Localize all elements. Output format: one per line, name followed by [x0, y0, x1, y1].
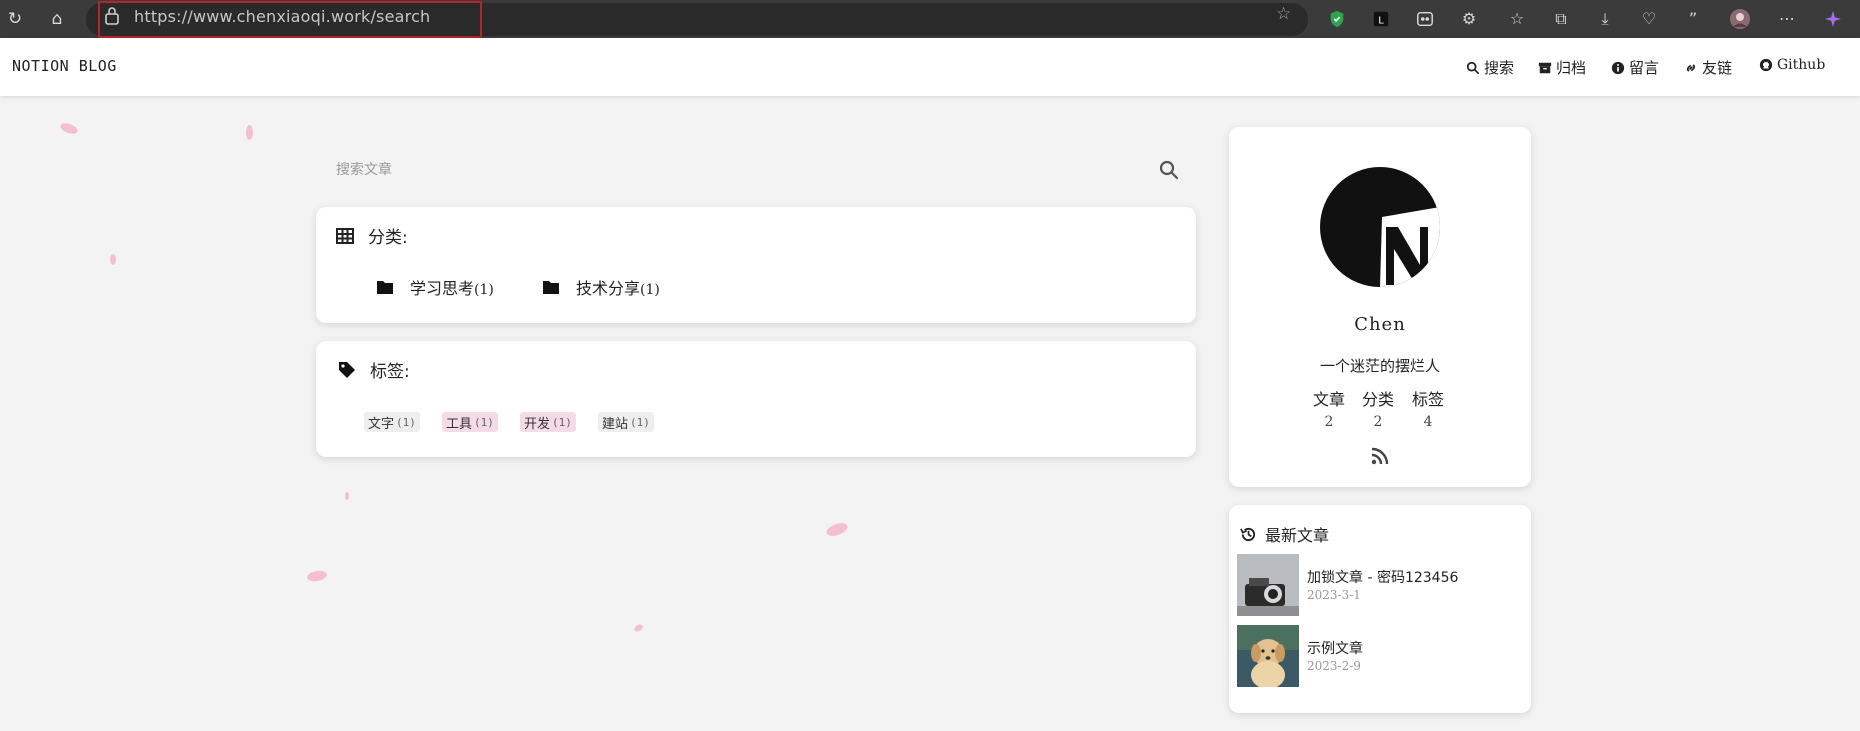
post-date: 2023-3-1	[1307, 588, 1361, 602]
category-name: 技术分享	[576, 279, 641, 298]
tags-title: 标签:	[370, 362, 410, 382]
category-item[interactable]: 技术分享(1)	[542, 275, 660, 299]
categories-title: 分类:	[368, 228, 408, 248]
stat-label: 文章	[1312, 390, 1345, 409]
notion-logo-icon	[1320, 167, 1440, 287]
petal-decoration	[246, 125, 253, 140]
latest-post-item[interactable]: 加锁文章 - 密码123456 2023-3-1	[1237, 554, 1537, 616]
browser-toolbar: ↻ ⌂ https://www.chenxiaoqi.work/search ☆…	[0, 0, 1860, 38]
nav-links[interactable]: 友链	[1684, 57, 1732, 78]
rss-icon[interactable]	[1370, 446, 1390, 466]
category-item[interactable]: 学习思考(1)	[376, 275, 494, 299]
nav-search[interactable]: 搜索	[1466, 57, 1514, 78]
favorite-star-icon[interactable]: ☆	[1276, 4, 1291, 24]
categories-heading: 分类:	[336, 223, 408, 248]
nav-links-label: 友链	[1702, 59, 1733, 77]
tag-name: 开发	[524, 416, 551, 432]
favorites-icon[interactable]: ☆	[1502, 4, 1532, 34]
table-icon	[336, 227, 354, 244]
nav-search-label: 搜索	[1484, 59, 1515, 77]
avatar[interactable]	[1320, 167, 1440, 287]
svg-text:L: L	[1378, 16, 1384, 27]
search-icon[interactable]	[1159, 160, 1179, 180]
link-icon	[1686, 64, 1696, 71]
category-count: (1)	[474, 282, 494, 298]
stat-value: 2	[1373, 414, 1383, 430]
stat-label: 分类	[1361, 390, 1394, 409]
stat-articles[interactable]: 文章 2	[1304, 386, 1354, 430]
tag-name: 工具	[446, 416, 473, 432]
more-icon[interactable]: ⋯	[1772, 4, 1802, 34]
petal-decoration	[345, 492, 349, 500]
latest-posts-heading: 最新文章	[1240, 522, 1329, 546]
tag-chip[interactable]: 建站 (1)	[598, 412, 654, 432]
post-thumbnail	[1237, 554, 1299, 616]
latest-posts-title: 最新文章	[1265, 526, 1330, 545]
tag-chip[interactable]: 开发 (1)	[520, 412, 576, 432]
info-icon	[1611, 61, 1625, 74]
category-count: (1)	[640, 282, 660, 298]
nav-guestbook-label: 留言	[1629, 59, 1660, 77]
tag-name: 文字	[368, 416, 395, 432]
tags-heading: 标签:	[338, 357, 410, 382]
extension-l-icon[interactable]: L	[1366, 4, 1396, 34]
category-name: 学习思考	[410, 279, 475, 298]
profile-name[interactable]: Chen	[1230, 314, 1530, 335]
tag-icon	[339, 361, 355, 378]
stat-categories[interactable]: 分类 2	[1353, 386, 1403, 430]
search-bar	[316, 150, 1196, 190]
github-icon	[1759, 58, 1773, 72]
post-thumbnail	[1237, 625, 1299, 687]
nav-github[interactable]: Github	[1759, 57, 1825, 73]
archive-icon	[1538, 62, 1552, 73]
tag-count: (1)	[396, 415, 416, 429]
stat-label: 标签	[1411, 390, 1444, 409]
search-icon	[1466, 61, 1480, 74]
nav-archive[interactable]: 归档	[1538, 57, 1586, 78]
latest-post-item[interactable]: 示例文章 2023-2-9	[1237, 625, 1537, 687]
home-icon[interactable]: ⌂	[44, 6, 70, 32]
puzzle-extension-icon[interactable]: ⚙	[1454, 4, 1484, 34]
post-date: 2023-2-9	[1307, 659, 1361, 673]
tags-card: 标签:	[316, 341, 1196, 457]
history-icon	[1240, 527, 1256, 541]
refresh-icon[interactable]: ↻	[2, 6, 28, 32]
folder-icon	[377, 281, 393, 294]
tag-count: (1)	[552, 415, 572, 429]
copilot-icon[interactable]	[1818, 4, 1848, 34]
petal-decoration	[633, 623, 644, 633]
shield-extension-icon[interactable]	[1322, 4, 1352, 34]
profile-bio: 一个迷茫的摆烂人	[1319, 357, 1440, 375]
download-icon[interactable]: ⤓	[1590, 4, 1620, 34]
post-title: 示例文章	[1307, 641, 1363, 657]
stat-tags[interactable]: 标签 4	[1403, 386, 1453, 430]
post-title: 加锁文章 - 密码123456	[1307, 570, 1459, 586]
quote-icon[interactable]: ”	[1678, 4, 1708, 34]
categories-card: 分类: 学习思考(1) 技术分享(1)	[316, 207, 1196, 323]
search-input[interactable]	[316, 150, 1196, 190]
site-brand[interactable]: NOTION BLOG	[12, 57, 117, 75]
petal-decoration	[824, 520, 850, 539]
health-icon[interactable]: ♡	[1634, 4, 1664, 34]
nav-guestbook[interactable]: 留言	[1611, 57, 1659, 78]
tag-count: (1)	[630, 415, 650, 429]
site-header: NOTION BLOG 搜索 归档 留言 友链 Github	[0, 38, 1860, 96]
petal-decoration	[306, 569, 328, 583]
tag-name: 建站	[602, 416, 629, 432]
petal-decoration	[59, 121, 79, 136]
tag-chip[interactable]: 工具 (1)	[442, 412, 498, 432]
stat-value: 2	[1324, 414, 1334, 430]
petal-decoration	[110, 254, 116, 265]
collections-icon[interactable]: ⧉	[1546, 4, 1576, 34]
profile-avatar-icon[interactable]	[1725, 4, 1755, 34]
extension-cc-icon[interactable]	[1410, 4, 1440, 34]
folder-icon	[543, 281, 559, 294]
nav-github-label: Github	[1777, 57, 1826, 73]
stat-value: 4	[1423, 414, 1433, 430]
url-highlight-box	[98, 1, 482, 38]
tag-chip[interactable]: 文字 (1)	[364, 412, 420, 432]
nav-archive-label: 归档	[1556, 59, 1587, 77]
tag-count: (1)	[474, 415, 494, 429]
